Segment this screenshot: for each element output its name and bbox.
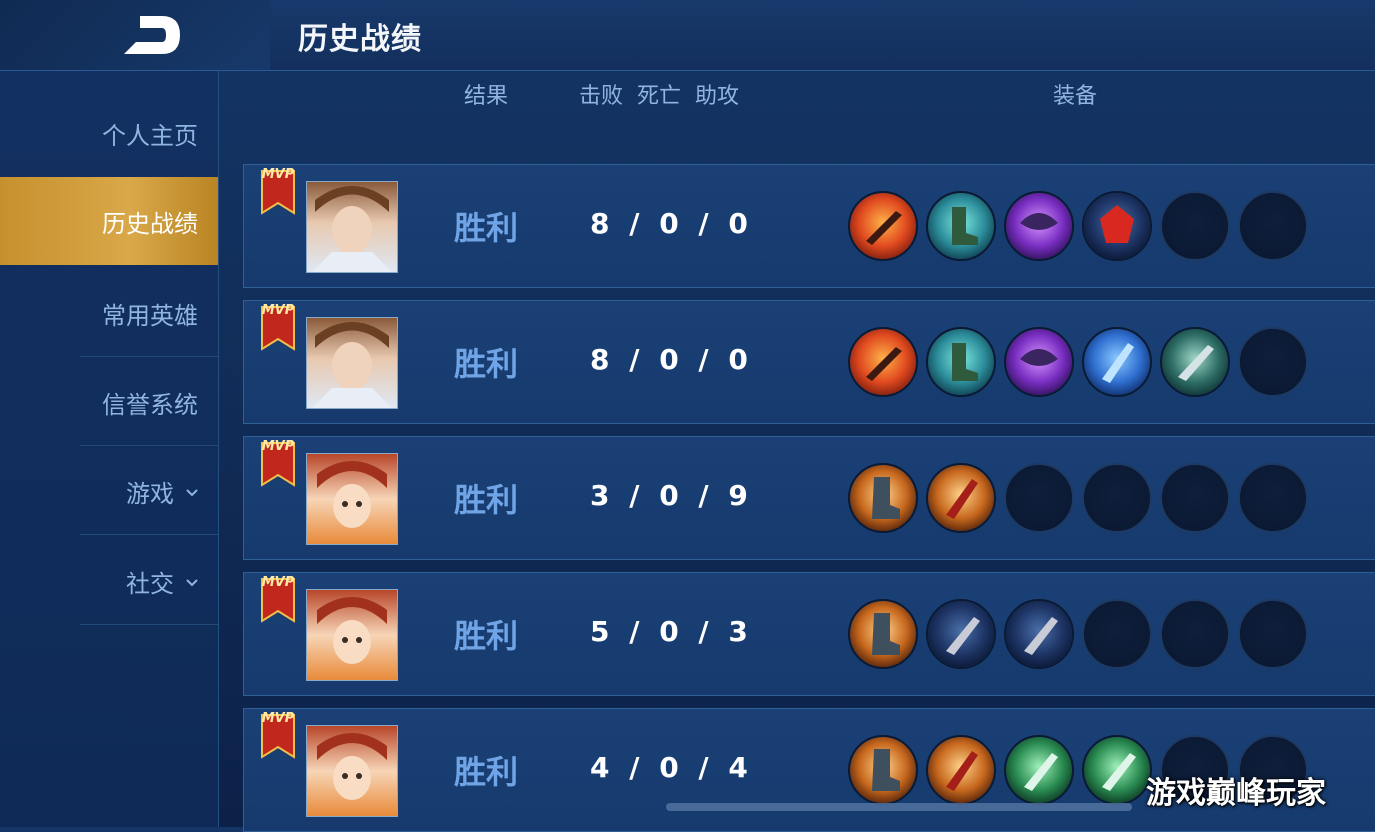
back-button[interactable] [118, 12, 188, 58]
empty-item-slot[interactable] [1160, 191, 1230, 261]
kda-stats: 8 / 0 / 0 [590, 343, 753, 376]
equipment-list [848, 327, 1316, 397]
item-dagger-icon[interactable] [1004, 599, 1074, 669]
back-arrow-icon [124, 16, 180, 54]
match-result: 胜利 [454, 345, 519, 383]
empty-item-slot[interactable] [1238, 191, 1308, 261]
item-red-blade-icon[interactable] [926, 463, 996, 533]
item-blade-icon[interactable] [848, 191, 918, 261]
item-ice-blade-icon[interactable] [1082, 327, 1152, 397]
divider [80, 534, 218, 535]
sidebar-item-social[interactable]: 社交 [0, 537, 218, 625]
sidebar-item-label: 游戏 [126, 479, 174, 508]
item-boots-icon[interactable] [926, 191, 996, 261]
sidebar-item-credit[interactable]: 信誉系统 [0, 358, 218, 446]
hero-portrait[interactable] [306, 181, 398, 273]
hero-portrait[interactable] [306, 725, 398, 817]
match-row[interactable]: MVP 胜利 8 / 0 / 0 [243, 300, 1375, 424]
chevron-down-icon [186, 482, 198, 501]
top-bar: 历史战绩 [0, 0, 1375, 71]
hero-portrait[interactable] [306, 453, 398, 545]
match-row[interactable]: MVP 胜利 3 / 0 / 9 [243, 436, 1375, 560]
item-boots-icon[interactable] [926, 327, 996, 397]
empty-item-slot[interactable] [1160, 599, 1230, 669]
item-armored-boots-icon[interactable] [848, 463, 918, 533]
match-result: 胜利 [454, 481, 519, 519]
divider [80, 356, 218, 357]
sidebar-item-label: 信誉系统 [102, 390, 198, 419]
sidebar-item-heroes[interactable]: 常用英雄 [0, 269, 218, 357]
item-crystal-icon[interactable] [1082, 191, 1152, 261]
equipment-list [848, 599, 1316, 669]
sidebar-item-label: 历史战绩 [102, 209, 198, 238]
empty-item-slot[interactable] [1004, 463, 1074, 533]
sidebar-item-game[interactable]: 游戏 [0, 447, 218, 535]
empty-item-slot[interactable] [1082, 463, 1152, 533]
column-header-equipment: 装备 [1053, 84, 1098, 109]
item-green-dagger-icon[interactable] [1004, 735, 1074, 805]
column-header-result: 结果 [464, 84, 509, 109]
empty-item-slot[interactable] [1082, 599, 1152, 669]
match-result: 胜利 [454, 617, 519, 655]
mvp-ribbon-icon: MVP [256, 163, 300, 215]
column-header-assists: 助攻 [695, 84, 740, 109]
empty-item-slot[interactable] [1238, 599, 1308, 669]
item-axe-icon[interactable] [1004, 327, 1074, 397]
chevron-down-icon [186, 572, 198, 591]
sidebar-item-history[interactable]: 历史战绩 [0, 177, 218, 265]
column-header-deaths: 死亡 [637, 84, 682, 109]
item-red-blade-icon[interactable] [926, 735, 996, 805]
kda-stats: 3 / 0 / 9 [590, 479, 753, 512]
hero-portrait[interactable] [306, 317, 398, 409]
item-armored-boots-icon[interactable] [848, 735, 918, 805]
match-row[interactable]: MVP 胜利 8 / 0 / 0 [243, 164, 1375, 288]
mvp-ribbon-icon: MVP [256, 435, 300, 487]
divider [80, 445, 218, 446]
sidebar: 个人主页 历史战绩 常用英雄 信誉系统 游戏 社交 [0, 71, 219, 827]
item-armored-boots-icon[interactable] [848, 599, 918, 669]
sidebar-item-label: 常用英雄 [102, 301, 198, 330]
mvp-ribbon-icon: MVP [256, 707, 300, 759]
kda-stats: 4 / 0 / 4 [590, 751, 753, 784]
horizontal-scrollbar[interactable] [666, 803, 1132, 811]
item-axe-icon[interactable] [1004, 191, 1074, 261]
watermark: 游戏巅峰玩家 [1146, 776, 1326, 811]
mvp-ribbon-icon: MVP [256, 571, 300, 623]
equipment-list [848, 191, 1316, 261]
empty-item-slot[interactable] [1238, 327, 1308, 397]
empty-item-slot[interactable] [1160, 463, 1230, 533]
item-greatsword-icon[interactable] [1160, 327, 1230, 397]
match-row[interactable]: MVP 胜利 5 / 0 / 3 [243, 572, 1375, 696]
empty-item-slot[interactable] [1238, 463, 1308, 533]
item-dagger-icon[interactable] [926, 599, 996, 669]
kda-stats: 8 / 0 / 0 [590, 207, 753, 240]
column-header-kills: 击败 [579, 84, 624, 109]
item-green-dagger-icon[interactable] [1082, 735, 1152, 805]
divider [80, 624, 218, 625]
hero-portrait[interactable] [306, 589, 398, 681]
equipment-list [848, 463, 1316, 533]
match-result: 胜利 [454, 753, 519, 791]
sidebar-item-label: 个人主页 [102, 121, 198, 150]
item-blade-icon[interactable] [848, 327, 918, 397]
page-title: 历史战绩 [298, 22, 422, 57]
mvp-ribbon-icon: MVP [256, 299, 300, 351]
kda-stats: 5 / 0 / 3 [590, 615, 753, 648]
sidebar-item-profile[interactable]: 个人主页 [0, 89, 218, 177]
match-result: 胜利 [454, 209, 519, 247]
sidebar-item-label: 社交 [126, 569, 174, 598]
